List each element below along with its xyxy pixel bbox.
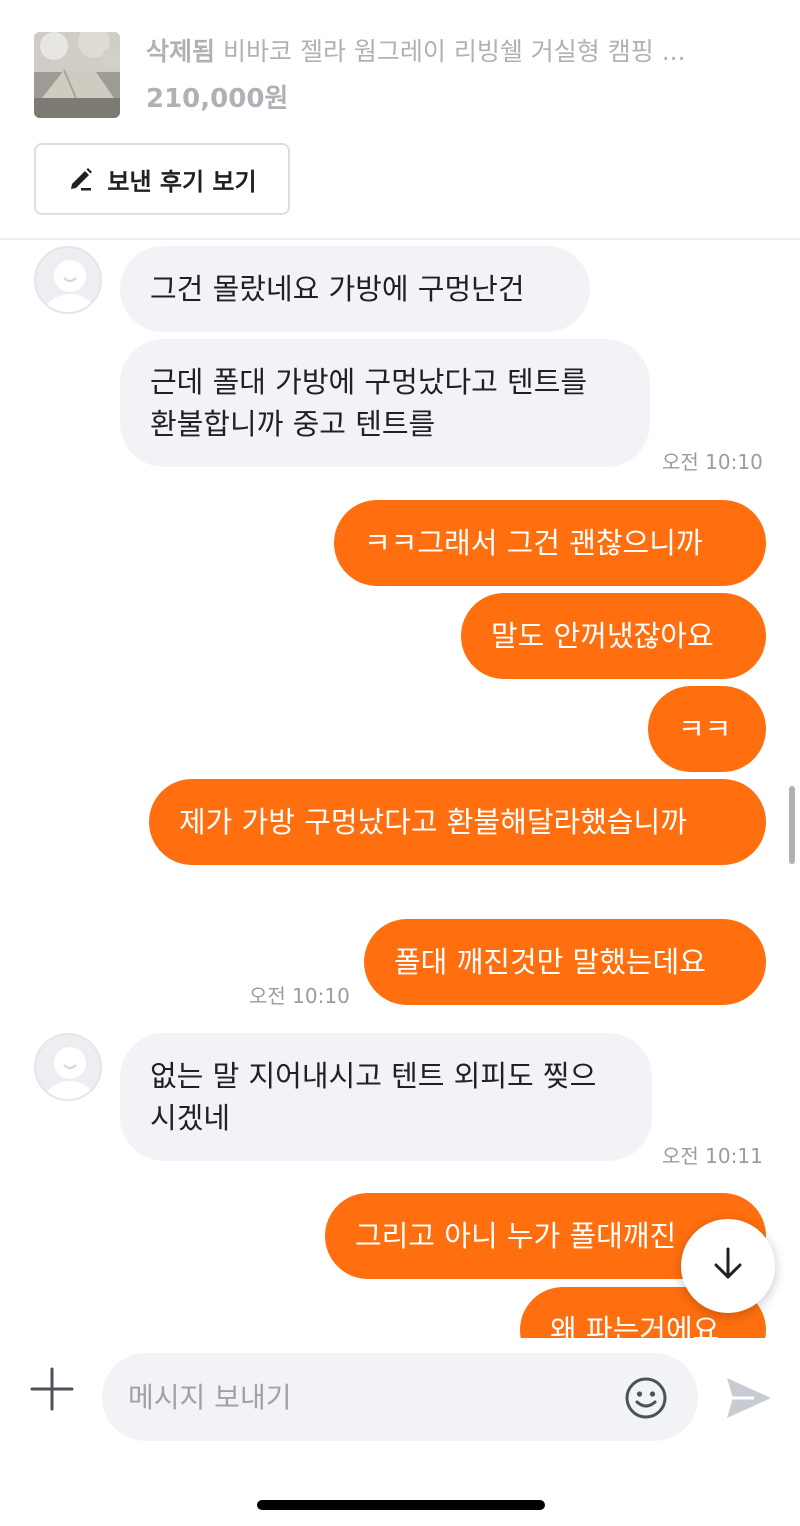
view-sent-review-label: 보낸 후기 보기: [107, 167, 257, 196]
message-timestamp: 오전 10:10: [662, 450, 763, 474]
outgoing-message[interactable]: ㅋㅋ: [648, 686, 766, 772]
message-field[interactable]: [102, 1353, 698, 1441]
arrow-down-icon: [708, 1244, 748, 1288]
product-header[interactable]: 삭제됨 비바코 젤라 웜그레이 리빙쉘 거실형 캠핑 ... 210,000원 보…: [0, 0, 800, 240]
scrollbar[interactable]: [789, 786, 795, 864]
send-icon: [724, 1378, 774, 1425]
avatar[interactable]: [34, 246, 102, 314]
product-title-text: 비바코 젤라 웜그레이 리빙쉘 거실형 캠핑 ...: [223, 37, 686, 66]
outgoing-message[interactable]: ㅋㅋ그래서 그건 괜찮으니까: [334, 500, 766, 586]
deleted-badge: 삭제됨: [146, 37, 216, 66]
message-composer: [0, 1338, 800, 1526]
avatar[interactable]: [34, 1033, 102, 1101]
pencil-icon: [67, 165, 95, 193]
view-sent-review-button[interactable]: 보낸 후기 보기: [34, 143, 290, 215]
outgoing-message[interactable]: 말도 안꺼냈잖아요: [461, 593, 766, 679]
add-attachment-button[interactable]: [26, 1365, 78, 1417]
incoming-message[interactable]: 근데 폴대 가방에 구멍났다고 텐트를 환불합니까 중고 텐트를: [120, 339, 650, 467]
product-title: 삭제됨 비바코 젤라 웜그레이 리빙쉘 거실형 캠핑 ...: [146, 34, 756, 70]
emoji-button[interactable]: [624, 1376, 668, 1420]
message-input[interactable]: [128, 1353, 608, 1441]
home-indicator: [257, 1500, 545, 1510]
scroll-to-bottom-button[interactable]: [681, 1219, 775, 1313]
message-timestamp: 오전 10:11: [662, 1144, 763, 1168]
incoming-message[interactable]: 없는 말 지어내시고 텐트 외피도 찢으시겠네: [120, 1033, 652, 1161]
smiley-icon: [624, 1377, 668, 1424]
chat-message-list[interactable]: 그건 몰랐네요 가방에 구멍난건 근데 폴대 가방에 구멍났다고 텐트를 환불합…: [0, 242, 800, 1338]
plus-icon: [29, 1366, 75, 1416]
product-price: 210,000원: [146, 84, 289, 114]
incoming-message[interactable]: 그건 몰랐네요 가방에 구멍난건: [120, 246, 590, 332]
message-timestamp: 오전 10:10: [249, 984, 350, 1008]
product-thumbnail[interactable]: [34, 32, 120, 118]
outgoing-message[interactable]: 폴대 깨진것만 말했는데요: [364, 919, 766, 1005]
send-button[interactable]: [724, 1375, 774, 1421]
outgoing-message[interactable]: 제가 가방 구멍났다고 환불해달라했습니까: [149, 779, 766, 865]
